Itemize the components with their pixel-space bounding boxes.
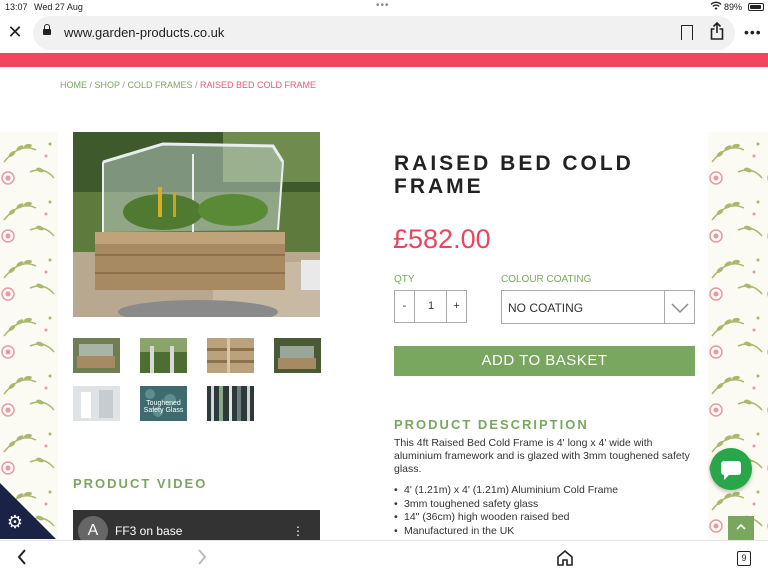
breadcrumb-separator: / bbox=[89, 80, 93, 90]
address-bar[interactable]: www.garden-products.co.uk bbox=[33, 16, 735, 50]
list-item: Manufactured in the UK bbox=[394, 525, 694, 539]
thumbnail-7[interactable] bbox=[207, 386, 254, 421]
colour-coating-select[interactable]: NO COATING bbox=[501, 290, 695, 324]
breadcrumb-separator: / bbox=[122, 80, 125, 90]
product-title: RAISED BED COLD FRAME bbox=[394, 152, 634, 198]
site-header-bar bbox=[0, 53, 768, 67]
status-time: 13:07 bbox=[5, 2, 28, 12]
add-to-basket-button[interactable]: ADD TO BASKET bbox=[394, 346, 695, 376]
thumbnail-6[interactable]: Toughened Safety Glass bbox=[140, 386, 187, 421]
qty-increase-button[interactable]: + bbox=[446, 291, 466, 322]
bookmark-icon[interactable] bbox=[681, 25, 693, 41]
scroll-to-top-button[interactable] bbox=[728, 516, 754, 540]
product-description-text: This 4ft Raised Bed Cold Frame is 4' lon… bbox=[394, 437, 690, 475]
video-menu-icon[interactable]: ⋮ bbox=[292, 524, 304, 538]
thumbnail-3[interactable] bbox=[207, 338, 254, 373]
product-video-heading: PRODUCT VIDEO bbox=[73, 476, 208, 491]
product-main-image[interactable] bbox=[73, 132, 320, 317]
status-date: Wed 27 Aug bbox=[34, 2, 83, 12]
battery-icon bbox=[748, 3, 764, 11]
list-item: 14" (36cm) high wooden raised bed bbox=[394, 511, 694, 525]
channel-avatar[interactable]: A bbox=[78, 516, 108, 540]
more-options-icon[interactable]: ••• bbox=[744, 24, 762, 40]
browser-toolbar: ✕ www.garden-products.co.uk ••• bbox=[0, 16, 768, 52]
breadcrumb-separator: / bbox=[194, 80, 198, 90]
gear-icon[interactable]: ⚙ bbox=[5, 512, 25, 532]
breadcrumb-cold-frames[interactable]: COLD FRAMES bbox=[127, 80, 192, 90]
wifi-icon bbox=[710, 1, 722, 14]
share-icon[interactable] bbox=[710, 21, 724, 40]
status-bar: 13:07 Wed 27 Aug ••• 89% bbox=[0, 0, 768, 14]
back-icon[interactable] bbox=[16, 548, 28, 571]
lock-icon bbox=[43, 24, 51, 37]
quantity-stepper: - 1 + bbox=[394, 290, 467, 323]
qty-label: QTY bbox=[394, 274, 415, 285]
list-item: 4' (1.21m) x 4' (1.21m) Aluminium Cold F… bbox=[394, 484, 694, 498]
multitasking-dots-icon[interactable]: ••• bbox=[376, 0, 390, 11]
chat-button[interactable] bbox=[710, 448, 752, 490]
colour-coating-label: COLOUR COATING bbox=[501, 274, 592, 285]
floral-pattern-left bbox=[0, 132, 58, 540]
thumbnail-2[interactable] bbox=[140, 338, 187, 373]
breadcrumb-shop[interactable]: SHOP bbox=[95, 80, 120, 90]
colour-coating-value: NO COATING bbox=[508, 301, 584, 315]
breadcrumb-home[interactable]: HOME bbox=[60, 80, 87, 90]
thumbnail-caption: Toughened Safety Glass bbox=[143, 400, 184, 414]
chat-icon bbox=[721, 461, 741, 480]
product-description-heading: PRODUCT DESCRIPTION bbox=[394, 417, 589, 432]
forward-icon[interactable] bbox=[196, 548, 208, 571]
tabs-icon[interactable]: 9 bbox=[737, 551, 751, 566]
product-price: £582.00 bbox=[393, 224, 491, 254]
thumbnail-5[interactable] bbox=[73, 386, 120, 421]
chevron-down-icon[interactable] bbox=[664, 291, 694, 323]
thumbnail-4[interactable] bbox=[274, 338, 321, 373]
video-title[interactable]: FF3 on base bbox=[115, 524, 182, 538]
thumbnail-1[interactable] bbox=[73, 338, 120, 373]
product-features-list: 4' (1.21m) x 4' (1.21m) Aluminium Cold F… bbox=[394, 484, 694, 538]
close-icon[interactable]: ✕ bbox=[7, 23, 23, 41]
list-item: 3mm toughened safety glass bbox=[394, 498, 694, 512]
breadcrumb: HOME / SHOP / COLD FRAMES / RAISED BED C… bbox=[60, 80, 316, 90]
browser-bottom-toolbar: 9 bbox=[0, 540, 768, 576]
home-icon[interactable] bbox=[556, 549, 574, 567]
video-player[interactable]: A FF3 on base ⋮ bbox=[73, 510, 320, 540]
breadcrumb-current: RAISED BED COLD FRAME bbox=[200, 80, 317, 90]
qty-decrease-button[interactable]: - bbox=[395, 291, 415, 322]
qty-input[interactable]: 1 bbox=[416, 291, 446, 322]
url-text[interactable]: www.garden-products.co.uk bbox=[64, 25, 224, 40]
battery-percentage: 89% bbox=[724, 2, 743, 12]
